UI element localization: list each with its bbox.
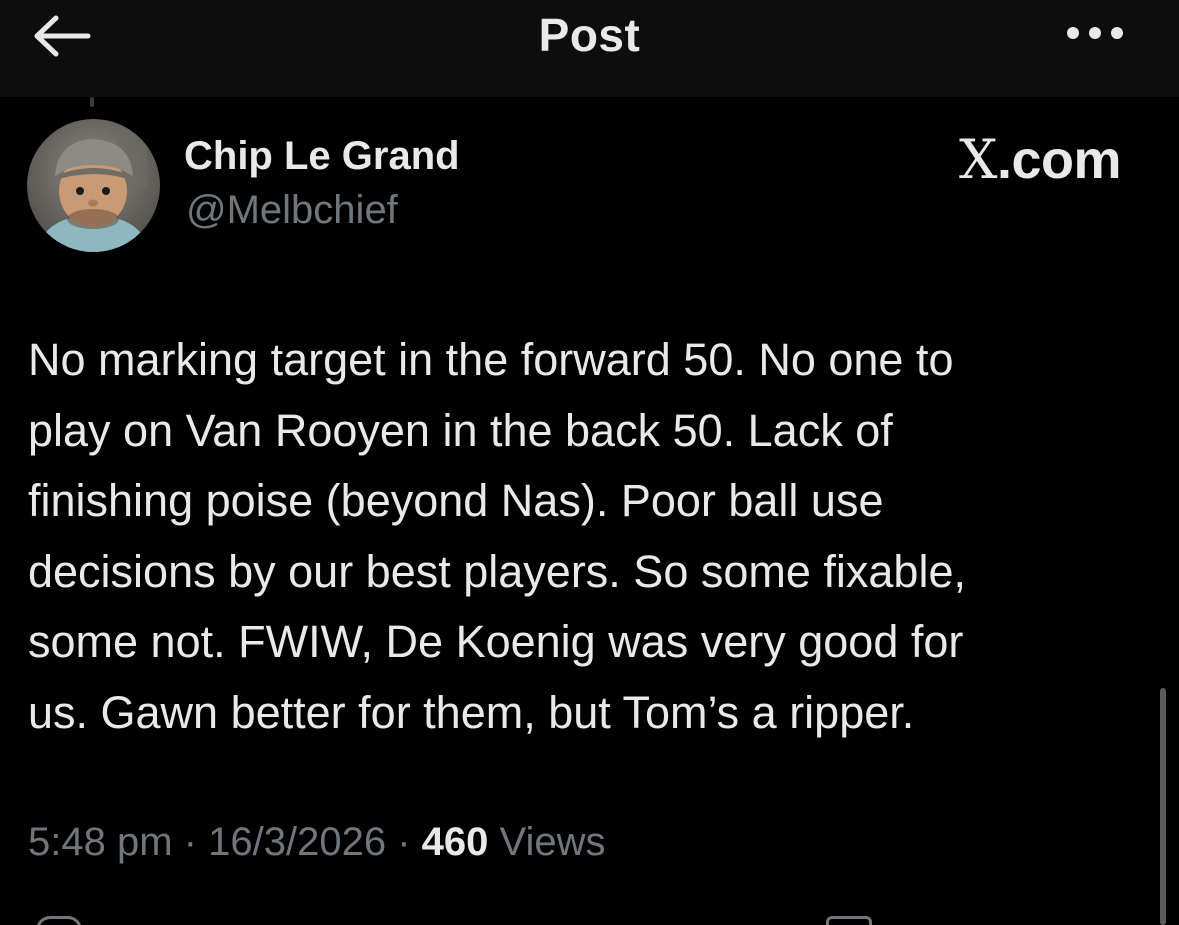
post-body-text: No marking target in the forward 50. No … [28, 334, 966, 738]
author-display-name[interactable]: Chip Le Grand [184, 134, 460, 179]
author-handle[interactable]: @Melbchief [186, 188, 398, 233]
reply-icon[interactable] [36, 916, 82, 925]
more-options-button[interactable] [1064, 22, 1126, 44]
watermark-domain: .com [996, 130, 1122, 190]
views-count[interactable]: 460 [422, 820, 489, 864]
scrollbar[interactable] [1160, 688, 1166, 925]
more-dots-icon [1067, 27, 1123, 39]
views-label[interactable]: Views [500, 820, 606, 864]
meta-separator: · [183, 820, 197, 864]
thread-connector-line [90, 97, 94, 107]
x-com-watermark: X.com [959, 128, 1122, 191]
post-date[interactable]: 16/3/2026 [208, 820, 386, 864]
page-title: Post [538, 9, 641, 61]
post-metadata: 5:48 pm · 16/3/2026 · 460 Views [28, 820, 606, 865]
x-logo-letter: X [959, 128, 997, 191]
post-time: 5:48 pm [28, 820, 173, 864]
meta-separator: · [397, 820, 411, 864]
avatar-image [27, 119, 160, 252]
top-bar: Post [0, 0, 1179, 97]
bookmark-icon[interactable] [826, 916, 872, 925]
avatar[interactable] [27, 119, 160, 252]
